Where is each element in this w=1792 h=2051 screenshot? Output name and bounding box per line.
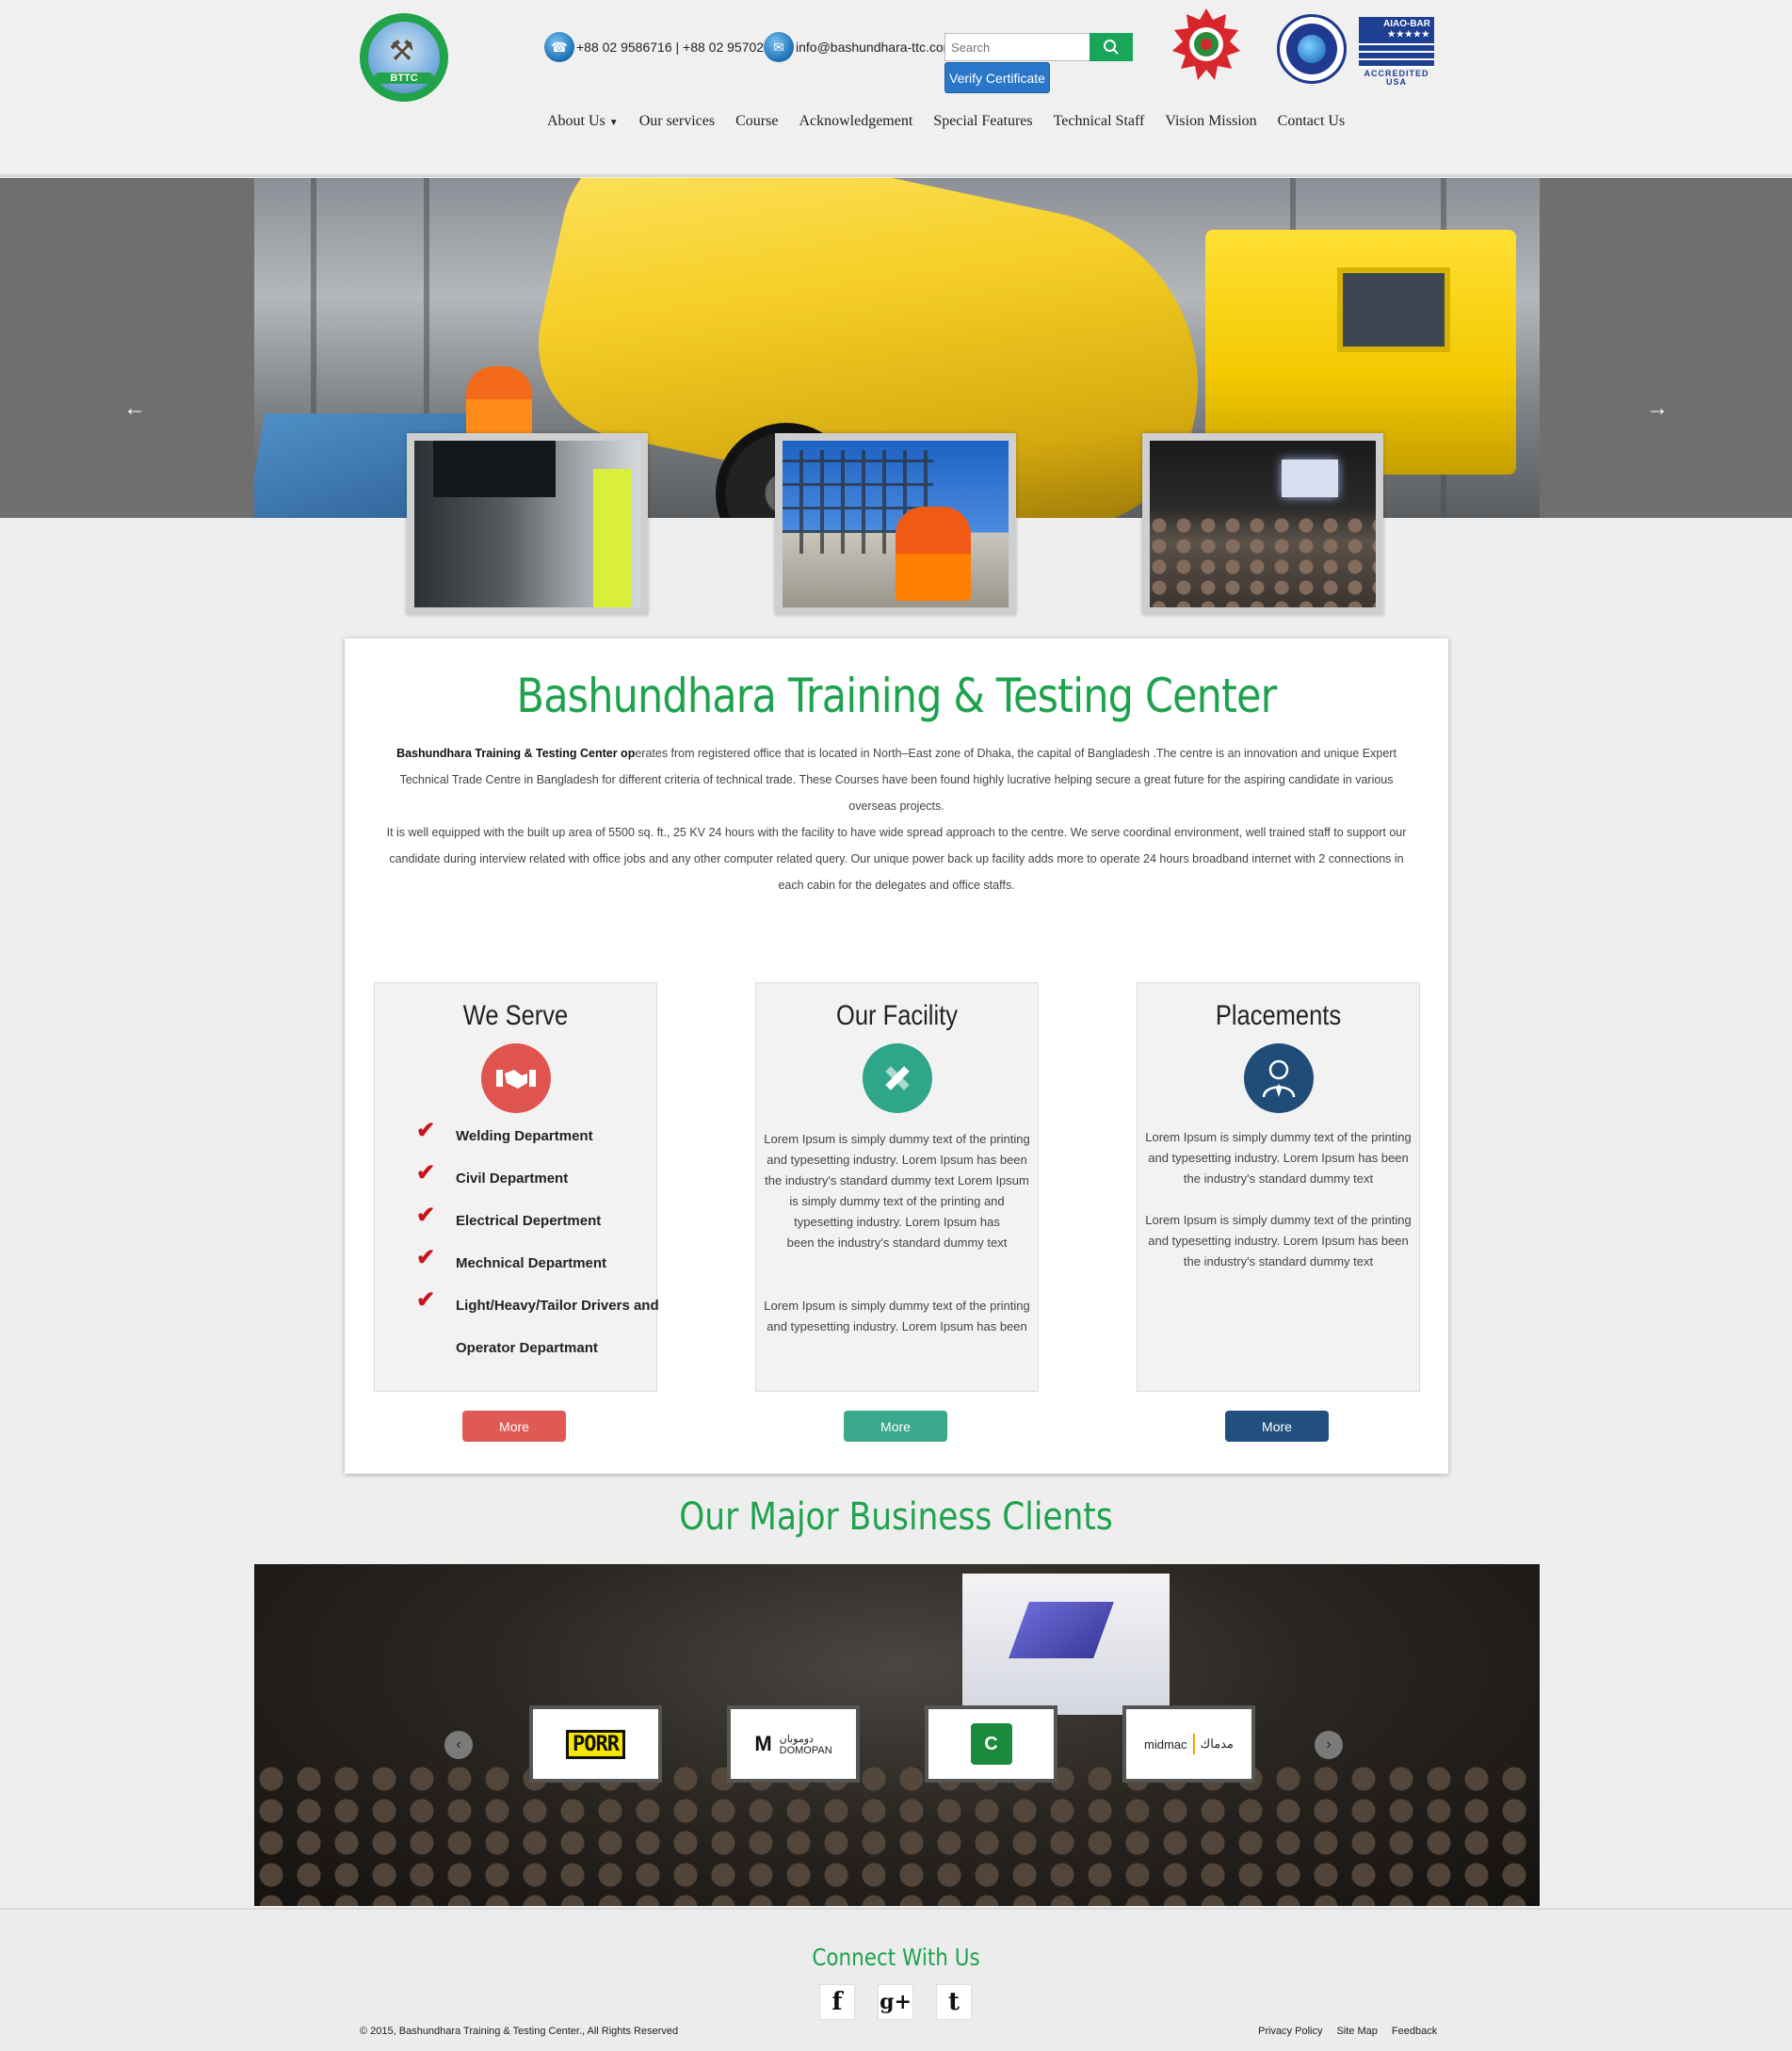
cosmira-logo-mark: C [970,1723,1012,1765]
slider-prev-arrow-icon[interactable]: ← [121,396,149,422]
we-serve-title: We Serve [462,1000,569,1031]
tools-icon [863,1043,932,1113]
nav-special-features[interactable]: Special Features [923,113,1042,130]
nav-our-services[interactable]: Our services [629,113,725,130]
feedback-link[interactable]: Feedback [1392,2026,1437,2037]
list-item[interactable]: ✔ Civil Department [416,1157,659,1200]
page-title: Bashundhara Training & Testing Center [516,669,1278,723]
thumb-conference-hall[interactable] [1142,433,1383,615]
domopan-mark-icon: M [754,1732,772,1755]
facility-text-1b: been the industry's standard dummy text [786,1235,1008,1250]
client-logo-midmac[interactable]: midmac مدماك [1122,1705,1255,1783]
stars-icon: ★★★★★ [1363,29,1430,40]
thumb-cockpit-training[interactable] [407,433,648,615]
badge-title: AIAO-BAR [1363,19,1430,29]
intro-paragraph-2: It is well equipped with the built up ar… [386,826,1407,892]
porr-logo-text: PORR [566,1729,625,1759]
person-icon [1244,1043,1314,1113]
client-logo-porr[interactable]: PORR [529,1705,662,1783]
list-item[interactable]: ✔ Mechnical Department [416,1242,659,1284]
nav-contact-us[interactable]: Contact Us [1267,113,1356,130]
our-facility-more-button[interactable]: More [844,1411,947,1442]
our-facility-panel: Our Facility Lorem Ipsum is simply dummy… [755,982,1039,1392]
privacy-policy-link[interactable]: Privacy Policy [1258,2026,1322,2037]
intro-bold-lead: Bashundhara Training & Testing Center op [396,747,636,760]
nav-acknowledgement[interactable]: Acknowledgement [788,113,923,130]
nav-vision-mission[interactable]: Vision Mission [1154,113,1267,130]
site-header [0,0,1792,177]
we-serve-panel: We Serve ✔ Welding Department ✔ Civil Depa… [374,982,659,1392]
main-navigation: About Us ▼ Our services Course Acknowled… [537,113,1355,130]
iso-certification-seal [1277,14,1347,84]
verify-certificate-button[interactable]: Verify Certificate [944,62,1050,93]
we-serve-more-button[interactable]: More [462,1411,566,1442]
placements-text-1: Lorem Ipsum is simply dummy text of the … [1145,1130,1412,1186]
clients-next-arrow-icon[interactable]: › [1315,1731,1343,1759]
mail-icon: ✉ [764,32,794,62]
check-icon: ✔ [416,1118,436,1143]
client-logo-cosmira[interactable]: C [925,1705,1057,1783]
domopan-name: DOMOPAN [779,1744,832,1756]
site-map-link[interactable]: Site Map [1336,2026,1377,2037]
our-facility-title: Our Facility [836,1000,958,1031]
facility-text-2: Lorem Ipsum is simply dummy text of the … [764,1299,1030,1333]
tumblr-icon[interactable]: t [936,1984,972,2020]
phone-contact: ☎ +88 02 9586716 | +88 02 9570227 [544,28,779,66]
government-seal-icon [1172,8,1240,80]
phone-icon: ☎ [544,32,574,62]
list-item[interactable]: ✔ Welding Department [416,1115,659,1157]
domopan-arabic: دوموبان [779,1733,814,1745]
connect-title: Connect With Us [812,1944,980,1971]
client-logo-domopan[interactable]: M دوموبان DOMOPAN [727,1705,860,1783]
check-icon: ✔ [416,1245,436,1270]
slider-next-arrow-icon[interactable]: → [1643,396,1671,422]
email-contact[interactable]: ✉ info@bashundhara-ttc.com [764,28,954,66]
clients-prev-arrow-icon[interactable]: ‹ [444,1731,473,1759]
we-serve-list: ✔ Welding Department ✔ Civil Department ✔ E… [416,1115,659,1369]
check-icon: ✔ [416,1203,436,1228]
nav-technical-staff[interactable]: Technical Staff [1043,113,1155,130]
handshake-icon [481,1043,551,1113]
thumb-construction-engineers[interactable] [775,433,1016,615]
placements-text-2: Lorem Ipsum is simply dummy text of the … [1145,1213,1412,1268]
facebook-icon[interactable]: f [819,1984,855,2020]
placements-more-button[interactable]: More [1225,1411,1329,1442]
midmac-name: midmac [1144,1736,1187,1752]
logo-text: BTTC [374,73,434,84]
search-icon [1104,40,1119,55]
placements-title: Placements [1215,1000,1342,1031]
globe-icon [1298,35,1326,63]
placements-panel: Placements Lorem Ipsum is simply dummy t… [1137,982,1420,1392]
badge-country: USA [1385,77,1407,87]
check-icon: ✔ [416,1160,436,1186]
check-icon: ✔ [416,1287,436,1313]
clients-section-title: Our Major Business Clients [679,1495,1113,1539]
nav-about-us[interactable]: About Us ▼ [537,113,629,130]
caret-down-icon: ▼ [608,118,619,128]
google-plus-icon[interactable]: g+ [878,1984,913,2020]
copyright-text: © 2015, Bashundhara Training & Testing C… [360,2026,679,2037]
midmac-arabic: مدماك [1200,1736,1234,1751]
site-footer [0,1908,1792,2051]
phone-numbers: +88 02 9586716 | +88 02 9570227 [576,40,779,55]
footer-links: Privacy Policy Site Map Feedback [1258,2026,1437,2037]
facility-text-1: Lorem Ipsum is simply dummy text of the … [764,1132,1030,1229]
list-item[interactable]: ✔ Light/Heavy/Tailor Drivers and Operator … [416,1284,659,1369]
search-button[interactable] [1090,33,1133,61]
nav-course[interactable]: Course [725,113,788,130]
aiao-accreditation-badge: AIAO-BAR ★★★★★ ACCREDITED USA [1359,17,1434,87]
intro-paragraph-1: Bashundhara Training & Testing Center op… [380,740,1413,819]
hammer-wrench-icon: ⚒ [389,36,414,67]
email-address[interactable]: info@bashundhara-ttc.com [796,40,954,55]
list-item[interactable]: ✔ Electrical Depertment [416,1200,659,1242]
bttc-logo[interactable]: ⚒ BTTC [360,13,448,102]
